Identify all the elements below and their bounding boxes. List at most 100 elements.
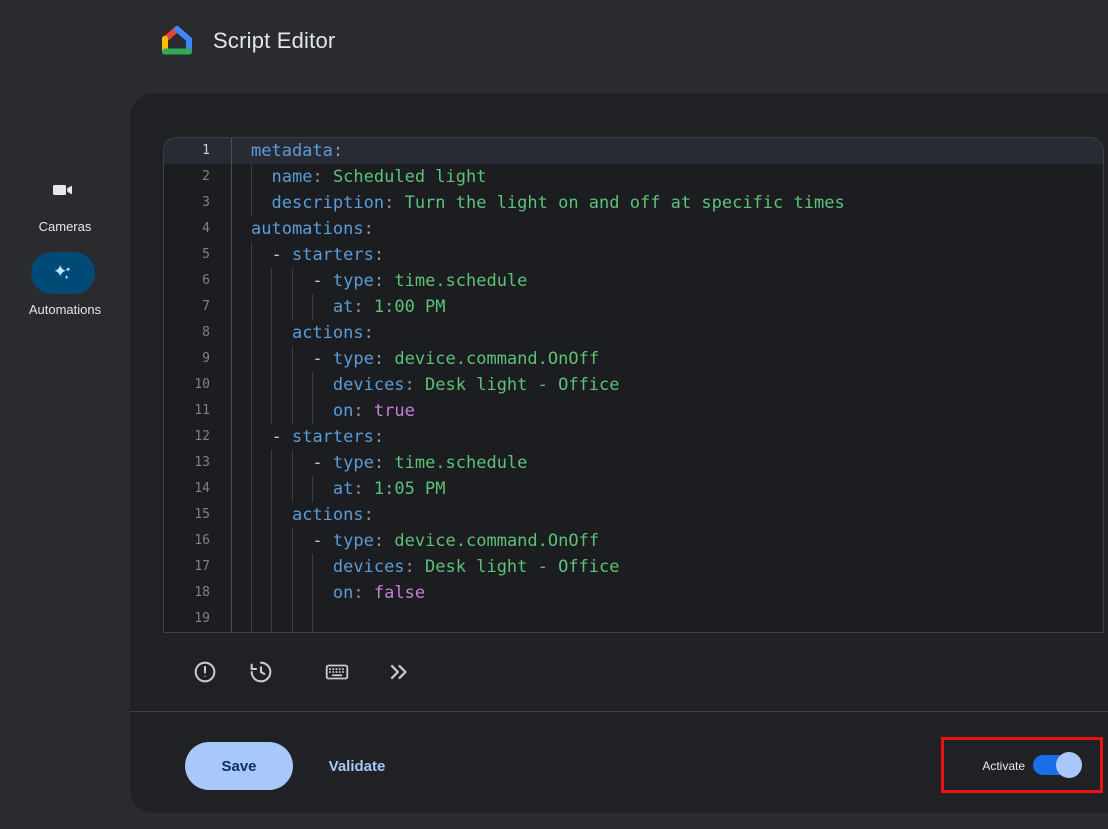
indent-guide bbox=[292, 450, 293, 476]
indent-guide bbox=[292, 580, 293, 606]
indent-guide bbox=[271, 476, 272, 502]
code-line-3: 3 description: Turn the light on and off… bbox=[164, 190, 1103, 216]
code-line-7: 7 at: 1:00 PM bbox=[164, 294, 1103, 320]
code-text: at: 1:00 PM bbox=[232, 294, 1103, 320]
sidebar-item-label: Automations bbox=[0, 302, 130, 317]
code-text: - type: time.schedule bbox=[232, 450, 1103, 476]
validate-button[interactable]: Validate bbox=[312, 742, 402, 790]
code-line-11: 11 on: true bbox=[164, 398, 1103, 424]
code-editor[interactable]: 1metadata:2 name: Scheduled light3 descr… bbox=[163, 137, 1104, 633]
keyboard-button[interactable] bbox=[319, 654, 355, 690]
line-number: 7 bbox=[164, 294, 232, 320]
indent-guide bbox=[251, 398, 252, 424]
indent-guide bbox=[271, 398, 272, 424]
code-text: at: 1:05 PM bbox=[232, 476, 1103, 502]
indent-guide bbox=[251, 268, 252, 294]
code-line-16: 16 - type: device.command.OnOff bbox=[164, 528, 1103, 554]
line-number: 8 bbox=[164, 320, 232, 346]
video-camera-icon bbox=[51, 178, 75, 202]
indent-guide bbox=[251, 554, 252, 580]
line-number: 15 bbox=[164, 502, 232, 528]
indent-guide bbox=[271, 320, 272, 346]
code-text: actions: bbox=[232, 502, 1103, 528]
sparkle-icon bbox=[52, 262, 74, 284]
indent-guide bbox=[271, 502, 272, 528]
indent-guide bbox=[312, 580, 313, 606]
code-line-5: 5 - starters: bbox=[164, 242, 1103, 268]
page-title: Script Editor bbox=[213, 28, 335, 54]
history-icon bbox=[248, 659, 274, 685]
code-text: description: Turn the light on and off a… bbox=[232, 190, 1103, 216]
indent-guide bbox=[251, 528, 252, 554]
code-text bbox=[232, 606, 1103, 632]
line-number: 17 bbox=[164, 554, 232, 580]
line-number: 10 bbox=[164, 372, 232, 398]
code-line-4: 4automations: bbox=[164, 216, 1103, 242]
indent-guide bbox=[312, 372, 313, 398]
indent-guide bbox=[292, 554, 293, 580]
indent-guide bbox=[312, 294, 313, 320]
indent-guide bbox=[292, 346, 293, 372]
indent-guide bbox=[292, 268, 293, 294]
indent-guide bbox=[251, 294, 252, 320]
code-text: - type: time.schedule bbox=[232, 268, 1103, 294]
code-text: - starters: bbox=[232, 424, 1103, 450]
indent-guide bbox=[271, 450, 272, 476]
code-line-12: 12 - starters: bbox=[164, 424, 1103, 450]
code-line-15: 15 actions: bbox=[164, 502, 1103, 528]
code-text: automations: bbox=[232, 216, 1103, 242]
indent-guide bbox=[271, 372, 272, 398]
code-text: - type: device.command.OnOff bbox=[232, 346, 1103, 372]
indent-guide bbox=[292, 476, 293, 502]
code-line-6: 6 - type: time.schedule bbox=[164, 268, 1103, 294]
line-number: 16 bbox=[164, 528, 232, 554]
expand-toolbar-button[interactable] bbox=[381, 654, 417, 690]
code-line-17: 17 devices: Desk light - Office bbox=[164, 554, 1103, 580]
indent-guide bbox=[312, 476, 313, 502]
indent-guide bbox=[251, 450, 252, 476]
keyboard-icon bbox=[324, 659, 350, 685]
code-line-18: 18 on: false bbox=[164, 580, 1103, 606]
indent-guide bbox=[251, 190, 252, 216]
google-home-logo-icon bbox=[159, 23, 195, 59]
active-item-pill bbox=[31, 252, 95, 294]
toggle-thumb bbox=[1056, 752, 1082, 778]
history-button[interactable] bbox=[243, 654, 279, 690]
code-text: devices: Desk light - Office bbox=[232, 372, 1103, 398]
indent-guide bbox=[292, 372, 293, 398]
code-text: devices: Desk light - Office bbox=[232, 554, 1103, 580]
editor-card: 1metadata:2 name: Scheduled light3 descr… bbox=[130, 93, 1108, 813]
line-number: 14 bbox=[164, 476, 232, 502]
indent-guide bbox=[292, 528, 293, 554]
code-text: - type: device.command.OnOff bbox=[232, 528, 1103, 554]
indent-guide bbox=[271, 606, 272, 632]
problems-button[interactable] bbox=[187, 654, 223, 690]
line-number: 3 bbox=[164, 190, 232, 216]
code-line-13: 13 - type: time.schedule bbox=[164, 450, 1103, 476]
indent-guide bbox=[251, 372, 252, 398]
indent-guide bbox=[271, 294, 272, 320]
code-text: - starters: bbox=[232, 242, 1103, 268]
line-number: 12 bbox=[164, 424, 232, 450]
indent-guide bbox=[271, 528, 272, 554]
line-number: 9 bbox=[164, 346, 232, 372]
indent-guide bbox=[271, 346, 272, 372]
indent-guide bbox=[251, 242, 252, 268]
indent-guide bbox=[312, 398, 313, 424]
code-line-8: 8 actions: bbox=[164, 320, 1103, 346]
code-text: name: Scheduled light bbox=[232, 164, 1103, 190]
indent-guide bbox=[251, 320, 252, 346]
indent-guide bbox=[251, 606, 252, 632]
indent-guide bbox=[292, 398, 293, 424]
indent-guide bbox=[251, 476, 252, 502]
save-button[interactable]: Save bbox=[185, 742, 293, 790]
line-number: 2 bbox=[164, 164, 232, 190]
activate-toggle[interactable] bbox=[1033, 755, 1079, 775]
line-number: 1 bbox=[164, 138, 232, 164]
indent-guide bbox=[271, 554, 272, 580]
code-lines: 1metadata:2 name: Scheduled light3 descr… bbox=[164, 138, 1103, 632]
code-text: on: true bbox=[232, 398, 1103, 424]
indent-guide bbox=[251, 346, 252, 372]
indent-guide bbox=[312, 606, 313, 632]
code-line-10: 10 devices: Desk light - Office bbox=[164, 372, 1103, 398]
